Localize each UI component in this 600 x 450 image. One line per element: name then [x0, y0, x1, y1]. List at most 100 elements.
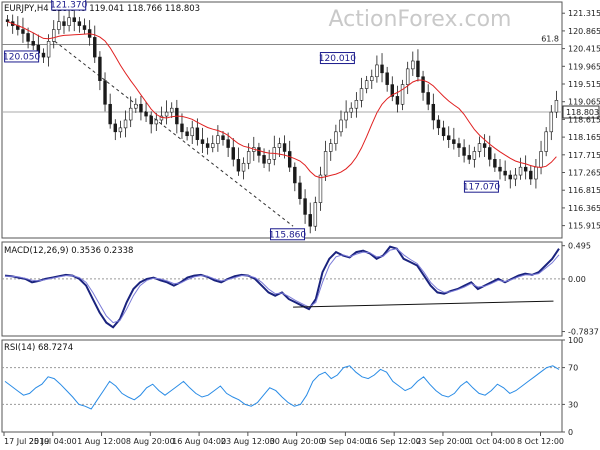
chart-stage: ActionForex.com EURJPY,H4 118.949 119.04…	[0, 0, 600, 450]
price-annotation: 120.050	[3, 50, 41, 63]
candle	[544, 127, 548, 157]
candle	[513, 167, 518, 187]
candle	[318, 166, 323, 211]
candle	[211, 135, 215, 153]
x-tick-label: 1 Aug 12:00	[77, 437, 126, 446]
price-panel-header: EURJPY,H4 118.949 119.041 118.766 118.80…	[4, 4, 200, 14]
candle	[41, 48, 46, 63]
candle	[467, 144, 471, 165]
price-tick-label: 116.365	[568, 204, 600, 213]
rsi-panel-header: RSI(14) 68.7274	[4, 343, 73, 353]
candle	[200, 127, 205, 154]
candle	[77, 16, 82, 33]
x-tick-label: 25 Jul 04:00	[29, 437, 77, 446]
candle	[257, 142, 261, 163]
candle	[164, 100, 169, 125]
candle	[21, 17, 25, 43]
candle	[108, 93, 112, 129]
x-tick-label: 16 Sep 12:00	[367, 437, 420, 446]
candle	[190, 120, 194, 144]
candle	[236, 147, 241, 176]
candle	[493, 153, 497, 172]
candle	[118, 120, 123, 138]
price-annotation-label: 121.370	[50, 1, 87, 11]
price-tick-label: 115.915	[568, 222, 600, 231]
candle	[170, 102, 174, 119]
price-tick-label: 121.315	[568, 9, 600, 18]
candle	[62, 15, 66, 34]
x-tick-label: 1 Oct 04:00	[468, 437, 515, 446]
price-annotation: 117.070	[463, 180, 500, 193]
price-annotation-label: 117.070	[463, 183, 500, 193]
candle	[472, 146, 477, 168]
candle	[82, 18, 87, 35]
macd-signal-line	[5, 248, 560, 324]
price-tick-label: 117.715	[568, 151, 600, 160]
candle	[518, 157, 523, 180]
macd-tick-label: 0.00	[568, 275, 586, 284]
panel-frame-2	[1, 339, 563, 433]
price-tick-label: 117.265	[568, 169, 600, 178]
price-annotation-label: 120.010	[319, 54, 356, 64]
candle	[452, 127, 456, 150]
macd-trendline	[293, 300, 554, 308]
candle	[405, 61, 410, 95]
x-tick-label: 23 Aug 12:00	[221, 437, 275, 446]
rsi-line	[4, 365, 560, 410]
candle	[539, 140, 543, 175]
candle	[400, 79, 405, 111]
candle	[441, 120, 446, 141]
candle	[349, 102, 353, 119]
price-tick-label: 120.865	[568, 27, 600, 36]
candle	[523, 155, 528, 180]
candle	[508, 170, 512, 189]
price-tick-label: 118.165	[568, 133, 600, 142]
price-annotation-label: 115.860	[269, 230, 306, 240]
candle	[185, 127, 189, 141]
candle	[123, 110, 128, 138]
x-tick-label: 8 Aug 20:00	[126, 437, 175, 446]
candle	[421, 70, 425, 101]
candle	[359, 77, 364, 108]
price-tick-label: 118.615	[568, 115, 600, 124]
candle	[431, 93, 436, 130]
candle	[139, 96, 143, 121]
candle	[31, 33, 35, 50]
candle	[205, 137, 210, 155]
price-annotation: 121.370	[50, 0, 88, 11]
candle	[534, 158, 538, 189]
rsi-tick-label: 30	[568, 400, 578, 409]
panel-frame-0	[1, 1, 563, 239]
macd-tick-label: 0.495	[568, 242, 591, 251]
price-tick-label: 119.065	[568, 98, 600, 107]
candle	[308, 202, 312, 234]
candle	[298, 175, 302, 205]
price-tick-label: 116.815	[568, 186, 600, 195]
price-tick-label: 120.415	[568, 45, 600, 54]
candle	[385, 66, 389, 92]
candle	[344, 100, 348, 129]
candle	[103, 72, 107, 112]
candle	[436, 115, 441, 135]
candle	[98, 51, 102, 91]
macd-panel-header: MACD(12,26,9) 0.3536 0.2338	[4, 246, 133, 256]
x-tick-label: 8 Oct 12:00	[517, 437, 564, 446]
candle	[216, 125, 220, 152]
candle	[149, 111, 153, 134]
candle	[380, 53, 384, 83]
candle	[329, 138, 333, 161]
x-tick-label: 23 Sep 20:00	[416, 437, 469, 446]
price-annotation-label: 120.050	[3, 52, 40, 62]
price-annotation: 120.010	[319, 52, 356, 65]
candle	[375, 55, 379, 83]
candle	[488, 135, 492, 167]
macd-macd-line	[4, 245, 560, 329]
candle	[231, 138, 235, 167]
candle	[134, 98, 138, 113]
candle	[354, 92, 359, 118]
candle	[323, 140, 328, 181]
candle	[113, 119, 117, 141]
candle	[498, 158, 502, 180]
candle	[482, 134, 487, 157]
rsi-tick-label: 70	[568, 364, 578, 373]
